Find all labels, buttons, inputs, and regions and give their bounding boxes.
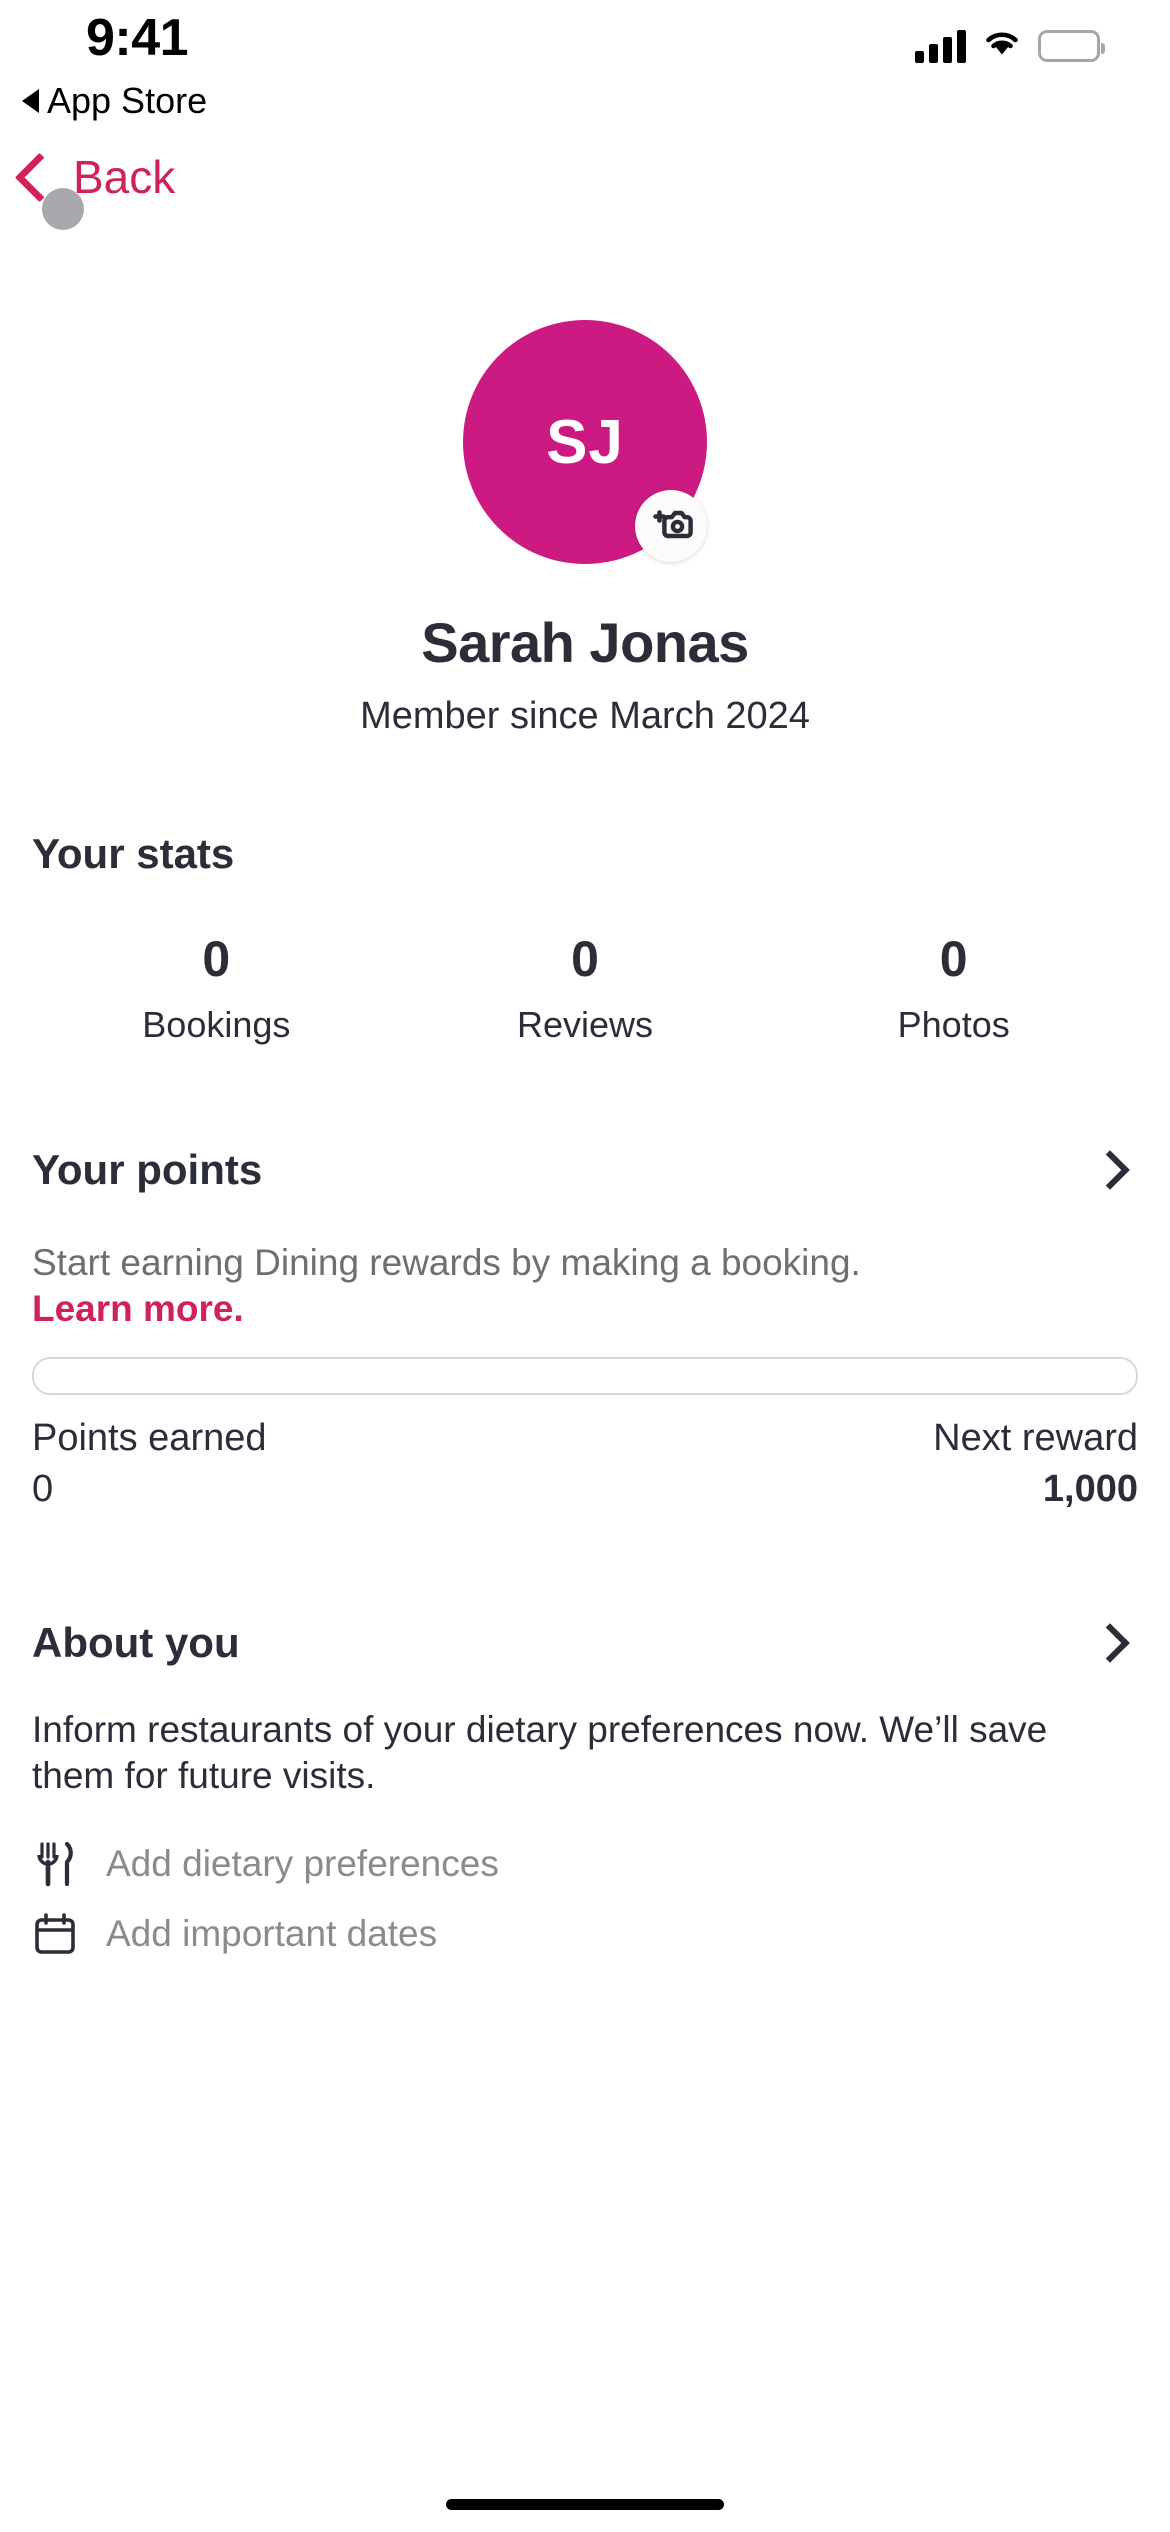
stat-label: Reviews (516, 1004, 654, 1045)
points-title: Your points (32, 1146, 263, 1193)
stat-reviews: 0 Reviews (401, 930, 770, 1046)
about-you-list: Add dietary preferences Add important da… (32, 1829, 1138, 1969)
points-section: Your points Start earning Dining rewards… (0, 1146, 1170, 1511)
next-reward-block: Next reward 1,000 (933, 1417, 1138, 1511)
about-you-header-row[interactable]: About you (32, 1619, 1138, 1667)
fork-knife-icon (32, 1841, 78, 1887)
touch-indicator-dot (42, 188, 84, 230)
points-earned-block: Points earned 0 (32, 1417, 267, 1511)
add-photo-camera-icon (649, 506, 693, 547)
points-description-text: Start earning Dining rewards by making a… (32, 1242, 861, 1283)
points-description: Start earning Dining rewards by making a… (32, 1240, 1138, 1333)
navigation-bar: Back (0, 150, 1170, 260)
add-important-dates-label: Add important dates (106, 1913, 438, 1954)
status-bar: 9:41 App Store (0, 0, 1170, 150)
status-bar-time: 9:41 (86, 9, 189, 67)
member-since-label: Member since March 2024 (360, 695, 810, 737)
next-reward-value: 1,000 (1042, 1467, 1138, 1510)
back-button-label: Back (73, 151, 176, 203)
return-to-app-store-button[interactable]: App Store (22, 80, 207, 122)
learn-more-link[interactable]: Learn more. (32, 1286, 1138, 1332)
home-indicator (446, 2499, 724, 2510)
chevron-right-icon[interactable] (1090, 1150, 1130, 1190)
calendar-icon (32, 1911, 78, 1957)
next-reward-label: Next reward (933, 1416, 1138, 1459)
cellular-bars-icon (915, 29, 966, 63)
stats-section: Your stats 0 Bookings 0 Reviews 0 Photos (0, 830, 1170, 1046)
avatar-initials: SJ (546, 407, 624, 477)
stats-title-row: Your stats (32, 830, 1138, 878)
points-earned-label: Points earned (32, 1416, 267, 1459)
change-photo-button[interactable] (635, 490, 707, 562)
points-meta-row: Points earned 0 Next reward 1,000 (32, 1417, 1138, 1511)
about-you-title: About you (32, 1618, 240, 1666)
stat-bookings: 0 Bookings (32, 930, 401, 1046)
status-bar-indicators (915, 28, 1105, 63)
about-you-description: Inform restaurants of your dietary prefe… (32, 1708, 1048, 1796)
stats-row: 0 Bookings 0 Reviews 0 Photos (32, 930, 1138, 1046)
add-dietary-preferences-label: Add dietary preferences (106, 1843, 499, 1884)
stat-label: Photos (897, 1004, 1010, 1045)
about-you-section: About you Inform restaurants of your die… (0, 1619, 1170, 1970)
stat-photos: 0 Photos (769, 930, 1138, 1046)
stats-title: Your stats (32, 830, 235, 877)
stat-value: 0 (202, 931, 231, 987)
stat-label: Bookings (142, 1004, 291, 1045)
add-important-dates-row[interactable]: Add important dates (32, 1899, 1138, 1969)
points-earned-value: 0 (32, 1467, 54, 1510)
points-progress-bar (32, 1356, 1138, 1395)
return-app-label: App Store (47, 80, 208, 121)
profile-name: Sarah Jonas (421, 611, 749, 674)
battery-icon (1038, 29, 1105, 62)
avatar-section: SJ (0, 320, 1170, 570)
stat-value: 0 (571, 931, 599, 987)
wifi-icon (982, 28, 1022, 63)
chevron-right-icon[interactable] (1090, 1622, 1130, 1663)
stat-value: 0 (939, 931, 968, 987)
back-triangle-icon (22, 89, 39, 113)
points-header-row[interactable]: Your points (32, 1146, 1138, 1194)
add-dietary-preferences-row[interactable]: Add dietary preferences (32, 1829, 1138, 1899)
